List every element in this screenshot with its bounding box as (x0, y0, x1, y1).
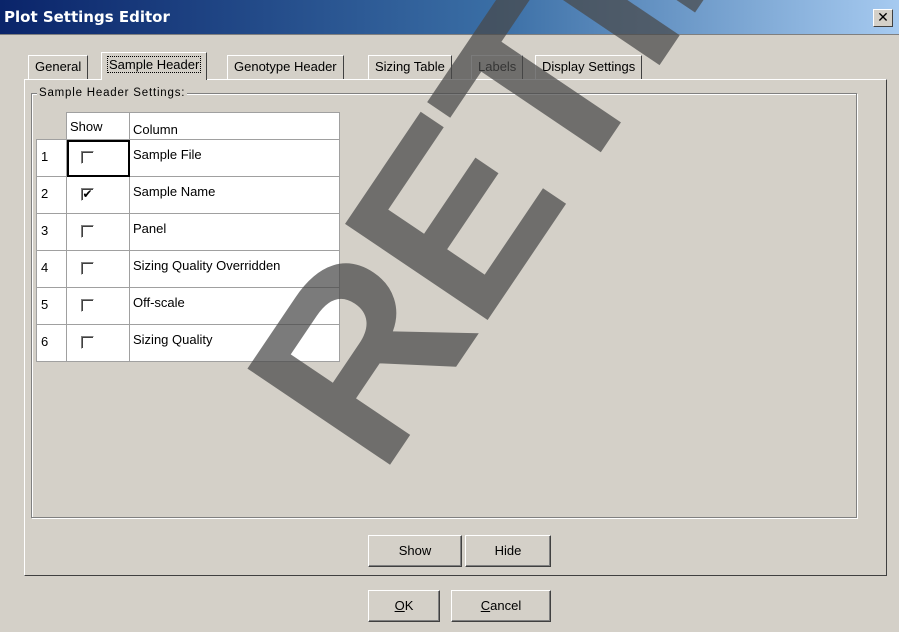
group-legend: Sample Header Settings: (37, 87, 188, 99)
ok-mnemonic: O (394, 598, 405, 613)
row-number: 2 (36, 176, 67, 214)
column-name: Sample File (129, 139, 340, 177)
tab-sample-header[interactable]: Sample Header (101, 52, 208, 80)
show-checkbox[interactable]: ✔ (81, 188, 94, 201)
show-checkbox[interactable] (81, 225, 94, 238)
tab-sample-header-label: Sample Header (106, 56, 202, 73)
sample-header-table: Show Column 1 Sample File 2 ✔ Sample Nam… (36, 112, 340, 362)
show-cell[interactable] (66, 213, 130, 251)
show-checkbox[interactable] (81, 336, 94, 349)
tab-display-settings[interactable]: Display Settings (535, 55, 643, 79)
tab-sizing-table-label: Sizing Table (375, 59, 445, 74)
show-cell[interactable] (66, 324, 130, 362)
ok-label-rest: K (404, 598, 414, 613)
tab-labels-label: Labels (478, 59, 517, 74)
row-number: 6 (36, 324, 67, 362)
header-column: Column (129, 112, 340, 140)
cancel-label-rest: ancel (490, 598, 522, 613)
tab-general-label: General (35, 59, 82, 74)
cancel-button[interactable]: Cancel (451, 590, 551, 622)
table-row[interactable]: 6 Sizing Quality (36, 324, 340, 362)
show-cell[interactable] (66, 139, 130, 177)
table-header-row: Show Column (36, 112, 340, 140)
close-icon: ✕ (877, 9, 889, 25)
show-button[interactable]: Show (368, 535, 462, 567)
show-checkbox[interactable] (81, 299, 94, 312)
column-name: Sample Name (129, 176, 340, 214)
table-row[interactable]: 2 ✔ Sample Name (36, 176, 340, 214)
column-name: Sizing Quality Overridden (129, 250, 340, 288)
show-cell[interactable] (66, 250, 130, 288)
table-row[interactable]: 5 Off-scale (36, 287, 340, 325)
tab-display-settings-label: Display Settings (542, 59, 636, 74)
tab-genotype-header-label: Genotype Header (234, 59, 337, 74)
table-row[interactable]: 1 Sample File (36, 139, 340, 177)
close-button[interactable]: ✕ (873, 9, 893, 27)
hide-button[interactable]: Hide (465, 535, 551, 567)
table-row[interactable]: 3 Panel (36, 213, 340, 251)
title-bar: Plot Settings Editor ✕ (0, 0, 899, 35)
row-number: 5 (36, 287, 67, 325)
header-show: Show (66, 112, 130, 140)
ok-button[interactable]: OK (368, 590, 440, 622)
show-cell[interactable]: ✔ (66, 176, 130, 214)
show-cell[interactable] (66, 287, 130, 325)
tab-sizing-table[interactable]: Sizing Table (368, 55, 452, 79)
window-title: Plot Settings Editor (4, 8, 170, 26)
row-number: 3 (36, 213, 67, 251)
header-corner (36, 112, 67, 140)
tab-genotype-header[interactable]: Genotype Header (227, 55, 344, 79)
tab-labels[interactable]: Labels (471, 55, 524, 79)
show-checkbox[interactable] (81, 262, 94, 275)
row-number: 1 (36, 139, 67, 177)
show-checkbox[interactable] (81, 151, 94, 164)
row-number: 4 (36, 250, 67, 288)
column-name: Off-scale (129, 287, 340, 325)
cancel-mnemonic: C (480, 598, 491, 613)
column-name: Sizing Quality (129, 324, 340, 362)
tab-general[interactable]: General (28, 55, 89, 79)
column-name: Panel (129, 213, 340, 251)
table-row[interactable]: 4 Sizing Quality Overridden (36, 250, 340, 288)
